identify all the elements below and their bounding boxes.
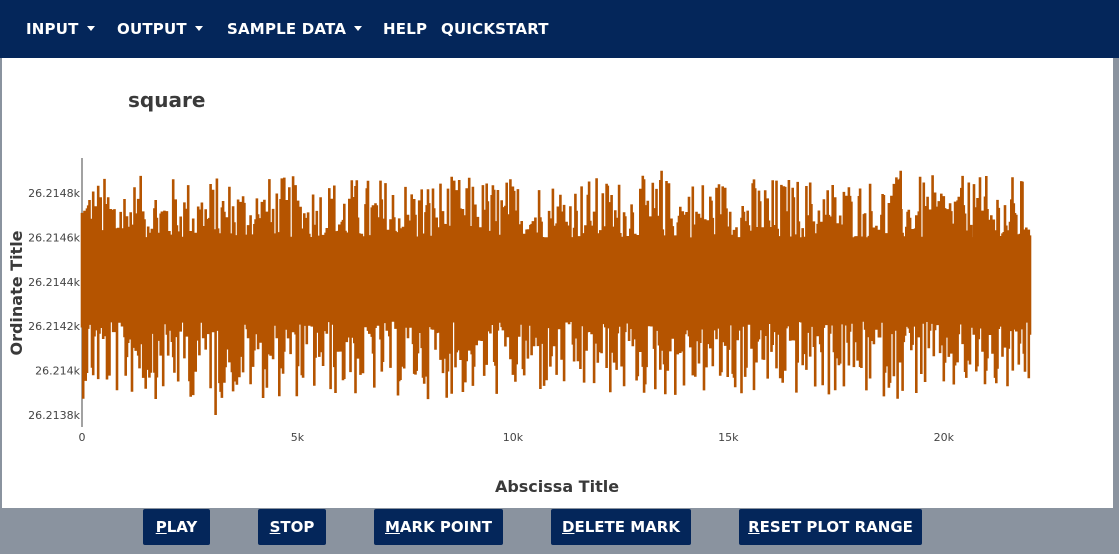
y-axis-title: Ordinate Title: [7, 230, 26, 355]
mark-point-button-underline: M: [384, 518, 400, 536]
stop-button[interactable]: S TOP: [258, 509, 326, 545]
mark-point-button[interactable]: M ARK POINT: [374, 509, 503, 545]
stop-button-underline: S: [269, 518, 281, 536]
x-axis-title: Abscissa Title: [495, 477, 619, 496]
stop-button-label: TOP: [280, 518, 315, 536]
y-tick-label: 26.2148k: [28, 187, 80, 200]
play-button-underline: P: [155, 518, 167, 536]
x-tick-label: 15k: [718, 431, 739, 444]
y-tick-label: 26.2142k: [28, 320, 80, 333]
delete-mark-button-underline: D: [562, 518, 575, 536]
delete-mark-button[interactable]: D ELETE MARK: [551, 509, 691, 545]
reset-plot-range-button-underline: R: [748, 518, 760, 536]
reset-plot-range-button[interactable]: R ESET PLOT RANGE: [739, 509, 922, 545]
y-tick-label: 26.2146k: [28, 231, 80, 244]
delete-mark-button-label: ELETE MARK: [574, 518, 680, 536]
x-axis: 0 5k 10k 15k 20k: [79, 431, 955, 444]
x-tick-label: 10k: [503, 431, 524, 444]
y-tick-label: 26.2138k: [28, 409, 80, 422]
chart-svg[interactable]: 26.2138k 26.214k 26.2142k 26.2144k 26.2146k 2…: [0, 0, 1119, 508]
y-tick-label: 26.2144k: [28, 276, 80, 289]
x-tick-label: 20k: [934, 431, 955, 444]
control-bar: P LAY S TOP M ARK POINT D ELETE MARK R ESET P…: [0, 508, 1119, 554]
y-tick-label: 26.214k: [35, 365, 80, 378]
series-square: [80, 170, 1032, 415]
series-line: [80, 170, 1032, 415]
mark-point-button-label: ARK POINT: [399, 518, 493, 536]
y-axis: 26.2138k 26.214k 26.2142k 26.2144k 26.2146k 2…: [28, 158, 83, 427]
reset-plot-range-button-label: ESET PLOT RANGE: [759, 518, 913, 536]
play-button-label: LAY: [166, 518, 198, 536]
play-button[interactable]: P LAY: [143, 509, 210, 545]
x-tick-label: 5k: [291, 431, 305, 444]
x-tick-label: 0: [79, 431, 86, 444]
